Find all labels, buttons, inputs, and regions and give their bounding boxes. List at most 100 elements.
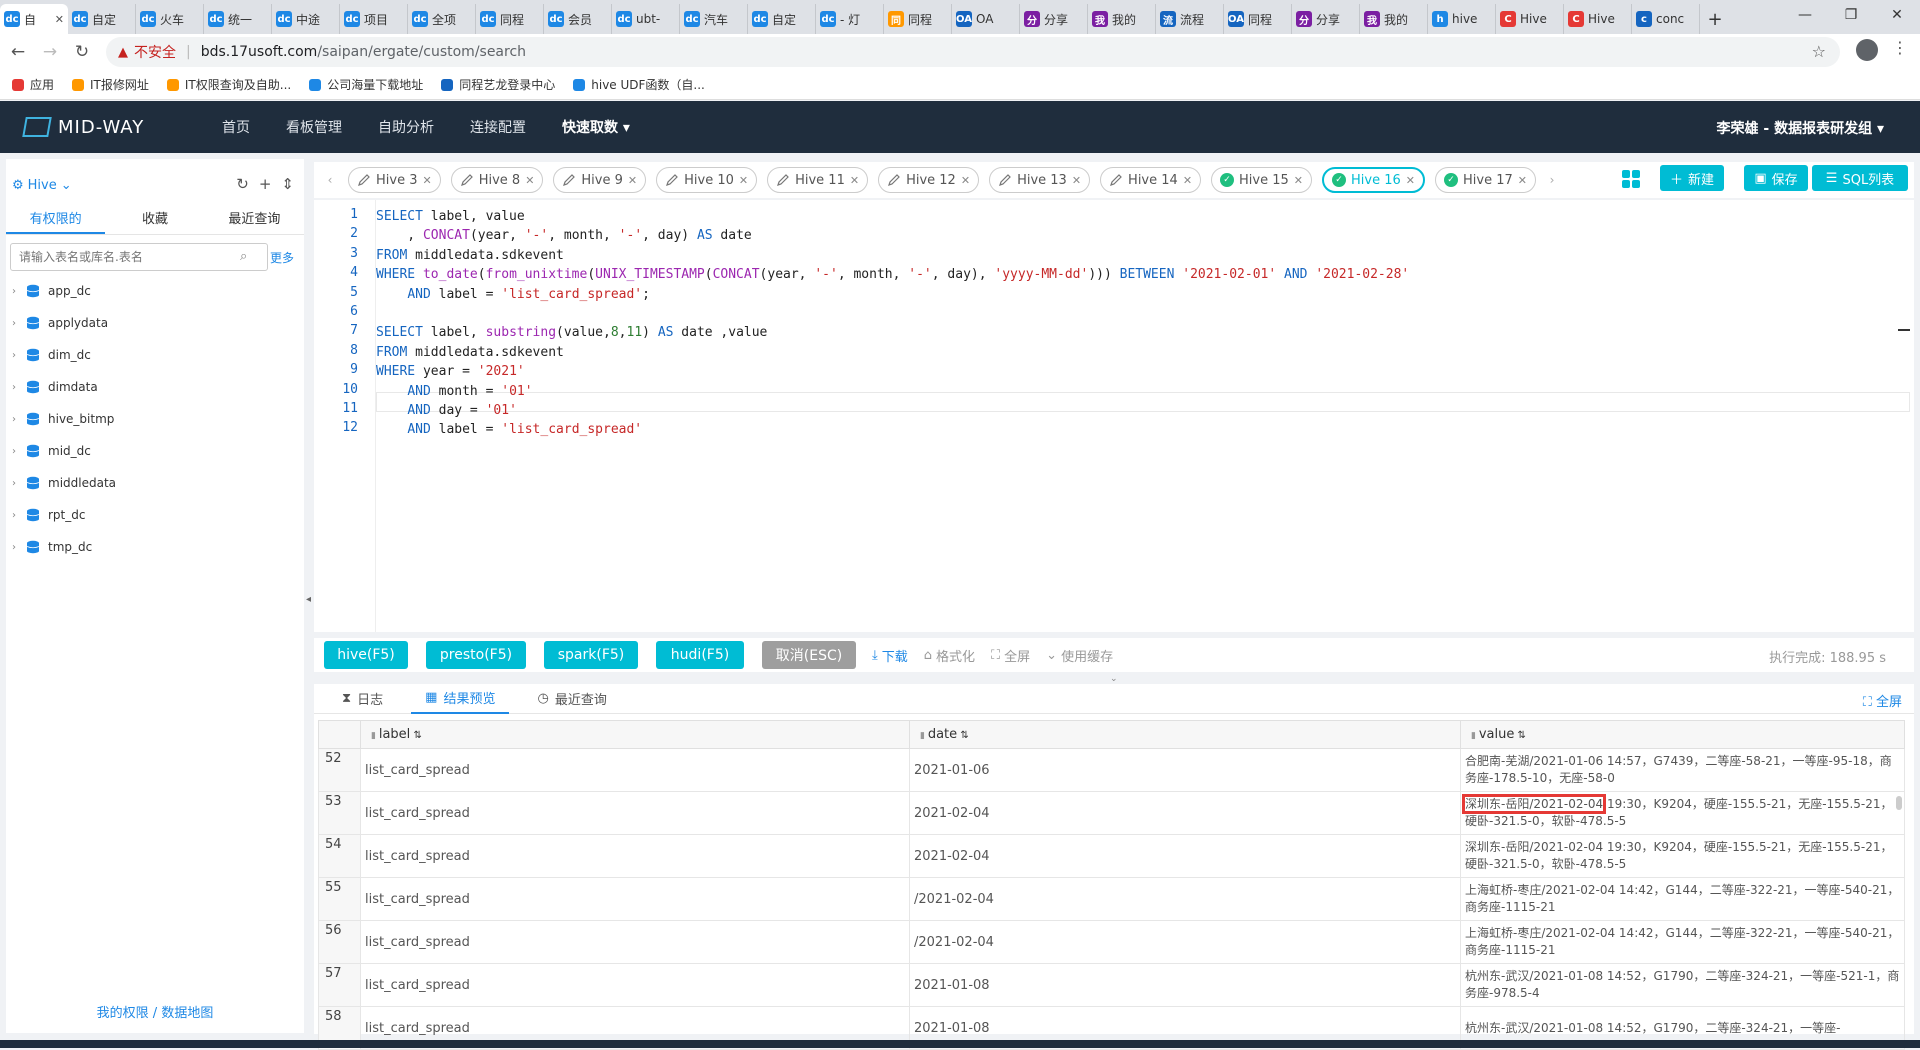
code-line[interactable]: WHERE to_date(from_unixtime(UNIX_TIMESTA… xyxy=(376,265,1409,284)
query-tab[interactable]: ✓ Hive 17 ✕ xyxy=(1435,167,1536,193)
results-scrollbar[interactable] xyxy=(1896,796,1902,810)
browser-menu-icon[interactable]: ⋮ xyxy=(1892,38,1908,57)
database-item[interactable]: › dim_dc xyxy=(6,339,304,371)
cancel-button[interactable]: 取消(ESC) xyxy=(762,641,856,669)
new-query-button[interactable]: ＋ 新建 xyxy=(1660,165,1724,191)
browser-tab[interactable]: dc - 灯 xyxy=(816,4,884,34)
run-hudi-button[interactable]: hudi(F5) xyxy=(656,641,744,669)
bookmark-item[interactable]: IT报修网址 xyxy=(72,76,149,93)
code-line[interactable]: SELECT label, value xyxy=(376,207,525,226)
bookmark-item[interactable]: 公司海量下载地址 xyxy=(309,76,423,93)
tab-recent-queries[interactable]: ◷ 最近查询 xyxy=(523,684,620,714)
tab-preview[interactable]: ▦ 结果预览 xyxy=(411,684,510,714)
query-tab[interactable]: Hive 14 ✕ xyxy=(1100,167,1202,193)
close-tab-icon[interactable]: ✕ xyxy=(1072,174,1081,187)
tab-authorized[interactable]: 有权限的 xyxy=(6,209,106,234)
cell-label[interactable]: list_card_spread xyxy=(360,963,910,1007)
query-tab[interactable]: Hive 8 ✕ xyxy=(450,167,544,193)
browser-tab[interactable]: OA OA xyxy=(952,4,1020,34)
minimize-button[interactable]: — xyxy=(1782,0,1828,30)
collapse-panel-handle[interactable]: ◂ xyxy=(306,594,311,605)
close-tab-icon[interactable]: ✕ xyxy=(628,174,637,187)
cell-label[interactable]: list_card_spread xyxy=(360,877,910,921)
bookmark-star-icon[interactable]: ☆ xyxy=(1812,42,1826,61)
browser-tab[interactable]: dc ubt- xyxy=(612,4,680,34)
use-cache-button[interactable]: ⌄ 使用缓存 xyxy=(1046,646,1113,665)
browser-tab[interactable]: dc 汽车 xyxy=(680,4,748,34)
profile-avatar[interactable] xyxy=(1856,39,1878,61)
browser-tab[interactable]: c conc xyxy=(1632,4,1700,34)
cell-date[interactable]: 2021-01-06 xyxy=(909,748,1461,792)
bookmark-item[interactable]: 应用 xyxy=(12,76,54,93)
browser-tab[interactable]: C Hive xyxy=(1564,4,1632,34)
new-tab-button[interactable]: + xyxy=(1700,4,1730,34)
nav-home[interactable]: 首页 xyxy=(222,117,250,137)
browser-tab[interactable]: dc 统一 xyxy=(204,4,272,34)
close-tab-icon[interactable]: ✕ xyxy=(525,174,534,187)
query-tab[interactable]: Hive 3 ✕ xyxy=(348,167,441,193)
browser-tab[interactable]: dc 自定 xyxy=(68,4,136,34)
cell-value[interactable]: 深圳东-岳阳/2021-02-04 19:30，K9204，硬座-155.5-2… xyxy=(1460,834,1905,878)
sort-icon[interactable]: ⇅ xyxy=(1514,730,1526,741)
run-hive-button[interactable]: hive(F5) xyxy=(324,641,408,669)
browser-tab[interactable]: 我我的 xyxy=(1088,4,1156,34)
close-tab-icon[interactable]: ✕ xyxy=(961,174,970,187)
database-item[interactable]: › rpt_dc xyxy=(6,499,304,531)
column-header[interactable]: ▮ value ⇅ xyxy=(1460,720,1905,749)
query-tab[interactable]: Hive 9 ✕ xyxy=(553,167,647,193)
close-window-button[interactable]: ✕ xyxy=(1874,0,1920,30)
table-row[interactable]: 53 list_card_spread 2021-02-04 深圳东-岳阳/2021-… xyxy=(318,791,1905,835)
grid-view-icon[interactable] xyxy=(1622,170,1640,188)
cell-value[interactable]: 深圳东-岳阳/2021-02-04 19:30，K9204，硬座-155.5-2… xyxy=(1460,791,1905,835)
chevron-right-icon[interactable]: › xyxy=(12,286,22,297)
sort-icon[interactable]: ⇅ xyxy=(410,730,421,741)
cell-value[interactable]: 上海虹桥-枣庄/2021-02-04 14:42，G144，二等座-322-21… xyxy=(1460,877,1905,921)
browser-tab[interactable]: dc 会员 xyxy=(544,4,612,34)
run-presto-button[interactable]: presto(F5) xyxy=(426,641,526,669)
database-item[interactable]: › middledata xyxy=(6,467,304,499)
database-item[interactable]: › dimdata xyxy=(6,371,304,403)
maximize-button[interactable]: ❐ xyxy=(1828,0,1874,30)
nav-self-analysis[interactable]: 自助分析 xyxy=(378,117,434,137)
browser-tab[interactable]: dc 同程 xyxy=(476,4,544,34)
app-logo[interactable]: MID-WAY xyxy=(22,117,198,138)
cell-label[interactable]: list_card_spread xyxy=(360,791,910,835)
close-tab-icon[interactable]: ✕ xyxy=(1518,174,1527,187)
table-row[interactable]: 56 list_card_spread/2021-02-04 上海虹桥-枣庄/202… xyxy=(318,920,1905,964)
add-icon[interactable]: + xyxy=(259,175,272,193)
nav-quick-query[interactable]: 快速取数 ▾ xyxy=(562,117,630,137)
column-header[interactable]: ▮ date ⇅ xyxy=(909,720,1461,749)
fullscreen-button[interactable]: ⛶ 全屏 xyxy=(991,646,1030,665)
code-line[interactable]: AND day = '01' xyxy=(376,401,517,420)
sql-list-button[interactable]: ☰ SQL列表 xyxy=(1812,165,1908,191)
tabs-prev-icon[interactable]: ‹ xyxy=(322,173,338,187)
cell-date[interactable]: /2021-02-04 xyxy=(909,920,1461,964)
cell-value[interactable]: 上海虹桥-枣庄/2021-02-04 14:42，G144，二等座-322-21… xyxy=(1460,920,1905,964)
cell-date[interactable]: 2021-02-04 xyxy=(909,791,1461,835)
browser-tab[interactable]: C Hive xyxy=(1496,4,1564,34)
chevron-right-icon[interactable]: › xyxy=(12,382,22,393)
browser-tab[interactable]: 同同程 xyxy=(884,4,952,34)
cell-date[interactable]: 2021-02-04 xyxy=(909,834,1461,878)
bookmark-item[interactable]: 同程艺龙登录中心 xyxy=(441,76,555,93)
close-tab-icon[interactable]: ✕ xyxy=(850,174,859,187)
close-tab-icon[interactable]: ✕ xyxy=(1406,174,1415,187)
query-tab[interactable]: Hive 11 ✕ xyxy=(767,167,869,193)
chevron-right-icon[interactable]: › xyxy=(12,350,22,361)
database-item[interactable]: › applydata xyxy=(6,307,304,339)
browser-tab[interactable]: OA 同程 xyxy=(1224,4,1292,34)
tab-recent[interactable]: 最近查询 xyxy=(205,209,304,234)
tab-favorites[interactable]: 收藏 xyxy=(105,209,204,234)
bookmark-item[interactable]: IT权限查询及自助... xyxy=(166,76,291,93)
chevron-right-icon[interactable]: › xyxy=(12,510,22,521)
browser-tab[interactable]: dc 自定 xyxy=(748,4,816,34)
browser-tab[interactable]: dc 中途 xyxy=(272,4,340,34)
table-row[interactable]: 57 list_card_spread 2021-01-08 杭州东-武汉/2021-… xyxy=(318,963,1905,1007)
back-button[interactable]: ← xyxy=(4,38,32,66)
tab-log[interactable]: ⧗ 日志 xyxy=(328,684,397,714)
query-tab[interactable]: ✓ Hive 16 ✕ xyxy=(1322,167,1425,193)
chevron-right-icon[interactable]: › xyxy=(12,318,22,329)
cell-label[interactable]: list_card_spread xyxy=(360,920,910,964)
download-button[interactable]: ⤓ 下载 xyxy=(872,646,908,665)
url-input[interactable]: ▲ 不安全 | bds.17usoft.com/saipan/ergate/cu… xyxy=(106,37,1840,67)
